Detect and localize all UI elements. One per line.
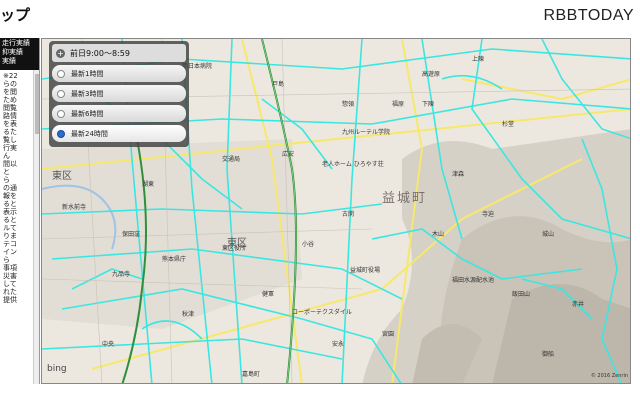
sidebar-note-line: ると bbox=[3, 200, 17, 208]
radio-icon[interactable] bbox=[57, 109, 65, 118]
map-label: 健軍 bbox=[262, 291, 275, 298]
map-label: 飯田山 bbox=[512, 291, 531, 298]
map-label: 惣領 bbox=[342, 101, 355, 108]
time-range-header[interactable]: + 前日9:00～8:59 bbox=[52, 44, 186, 62]
sidebar-note-line: を表 bbox=[3, 120, 17, 128]
map-label: 保田窪 bbox=[122, 231, 141, 238]
page-title: ップ bbox=[0, 6, 31, 24]
map-label-ward: 東区 bbox=[52, 171, 72, 182]
sidebar-header-line[interactable]: 走行実績 bbox=[2, 39, 37, 48]
time-option-6h[interactable]: 最新6時間 bbox=[52, 105, 186, 122]
map-copyright: © 2016 Zenrin bbox=[590, 373, 628, 379]
map-label: 東区役所 bbox=[222, 245, 247, 252]
sidebar-header-line[interactable]: 抑実績 bbox=[2, 48, 37, 57]
sidebar-note-line: るた bbox=[3, 128, 17, 136]
sidebar-note-line: 路情 bbox=[3, 112, 17, 120]
brand-logo: RBBTODAY bbox=[543, 7, 634, 24]
time-option-label: 最新24時間 bbox=[71, 129, 108, 138]
time-option-label: 最新3時間 bbox=[71, 89, 104, 98]
time-range-panel: + 前日9:00～8:59 最新1時間 最新3時間 最新6時間 最新24時間 bbox=[49, 41, 189, 147]
time-option-1h[interactable]: 最新1時間 bbox=[52, 65, 186, 82]
map-label: 高遊原 bbox=[422, 71, 441, 78]
sidebar-note-line: 報を bbox=[3, 192, 17, 200]
sidebar-note-line: 閲覧 bbox=[3, 104, 17, 112]
map-label: 九品寺 bbox=[112, 271, 131, 278]
sidebar-note-line: 事項 bbox=[3, 264, 17, 272]
map-label: 中央 bbox=[102, 341, 115, 348]
map-label: 木山 bbox=[432, 231, 445, 238]
map-label: 下陳 bbox=[422, 101, 435, 108]
sidebar-header-line[interactable]: 実績 bbox=[2, 57, 37, 66]
time-range-header-label: 前日9:00～8:59 bbox=[70, 48, 130, 58]
map-label: 杉堂 bbox=[502, 121, 515, 128]
map-label: 戸島 bbox=[272, 81, 285, 88]
map-label: 熊本県庁 bbox=[162, 256, 187, 263]
map-label-town: 益城町 bbox=[382, 191, 428, 206]
sidebar-note-line: らの bbox=[3, 80, 17, 88]
sidebar-note-line: 間以 bbox=[3, 160, 17, 168]
map-label: 赤井 bbox=[572, 301, 585, 308]
sidebar-note-line: の通 bbox=[3, 184, 17, 192]
sidebar-note-line: ルて bbox=[3, 224, 17, 232]
plus-icon[interactable]: + bbox=[56, 48, 65, 58]
map-label: 新水前寺 bbox=[62, 204, 87, 211]
map-label: 福田水源配水池 bbox=[452, 277, 495, 284]
map-label: 湖東 bbox=[142, 181, 155, 188]
sidebar: 走行実績 抑実績 実績 ※22 らの を閲 ため 閲覧 路情 を表 るた 覧し 行実ん間以とらの通… bbox=[0, 38, 40, 384]
bing-logo: bing bbox=[47, 364, 67, 374]
scrollbar-thumb[interactable] bbox=[35, 74, 39, 134]
map-label: 御船 bbox=[542, 351, 555, 358]
map-label: 秋津 bbox=[182, 311, 195, 318]
map-label: 城山 bbox=[542, 231, 555, 238]
radio-icon[interactable] bbox=[57, 89, 65, 98]
sidebar-note-line: 表示 bbox=[3, 208, 17, 216]
sidebar-note-line: りま bbox=[3, 232, 17, 240]
map-label: 寺迫 bbox=[482, 211, 495, 218]
map-label: 福原 bbox=[392, 101, 405, 108]
sidebar-note-line: ら bbox=[3, 256, 10, 264]
sidebar-note-line: して bbox=[3, 280, 17, 288]
time-option-label: 最新6時間 bbox=[71, 109, 104, 118]
map-label: 津森 bbox=[452, 171, 465, 178]
map-label: 古閑 bbox=[342, 211, 355, 218]
radio-selected-icon[interactable] bbox=[57, 129, 65, 138]
time-option-24h[interactable]: 最新24時間 bbox=[52, 125, 186, 142]
sidebar-note-line: れた bbox=[3, 288, 17, 296]
sidebar-note-line: と bbox=[3, 168, 10, 176]
sidebar-note-line: ため bbox=[3, 96, 17, 104]
map-label: コーポーテクスダイル bbox=[292, 309, 352, 316]
sidebar-note-line: ると bbox=[3, 216, 17, 224]
map-label: 老人ホーム ひろやす荘 bbox=[322, 161, 384, 168]
sidebar-note-line: 行実 bbox=[3, 144, 17, 152]
map-label: 安永 bbox=[332, 341, 345, 348]
map-label: 嘉島町 bbox=[242, 371, 261, 378]
map-label: 上陳 bbox=[472, 56, 485, 63]
map-label: 九州ルーテル学院 bbox=[342, 129, 391, 136]
sidebar-note-line: を閲 bbox=[3, 88, 17, 96]
sidebar-note-line: イン bbox=[3, 248, 17, 256]
sidebar-note-line: ら bbox=[3, 176, 10, 184]
radio-icon[interactable] bbox=[57, 69, 65, 78]
map-label: 益城町役場 bbox=[350, 267, 381, 274]
map-attribution: bing bbox=[47, 364, 67, 374]
map-label: 広安 bbox=[282, 151, 295, 158]
sidebar-scrollbar[interactable] bbox=[33, 70, 39, 384]
app-root: ップ RBBTODAY 走行実績 抑実績 実績 ※22 らの を閲 ため 閲覧 路情 を表る… bbox=[0, 0, 640, 400]
sidebar-note-line: ※22 bbox=[3, 72, 18, 80]
map-label: 交通局 bbox=[222, 156, 241, 163]
time-option-label: 最新1時間 bbox=[71, 69, 104, 78]
time-option-3h[interactable]: 最新3時間 bbox=[52, 85, 186, 102]
sidebar-note-line: テコ bbox=[3, 240, 17, 248]
map-label: 宮園 bbox=[382, 331, 395, 338]
sidebar-header: 走行実績 抑実績 実績 bbox=[0, 38, 39, 70]
sidebar-note-line: 覧し bbox=[3, 136, 17, 144]
sidebar-note-line: ん bbox=[3, 152, 10, 160]
sidebar-note-line: 提供 bbox=[3, 296, 17, 304]
sidebar-note-line: 災害 bbox=[3, 272, 17, 280]
map-label: 小谷 bbox=[302, 241, 315, 248]
